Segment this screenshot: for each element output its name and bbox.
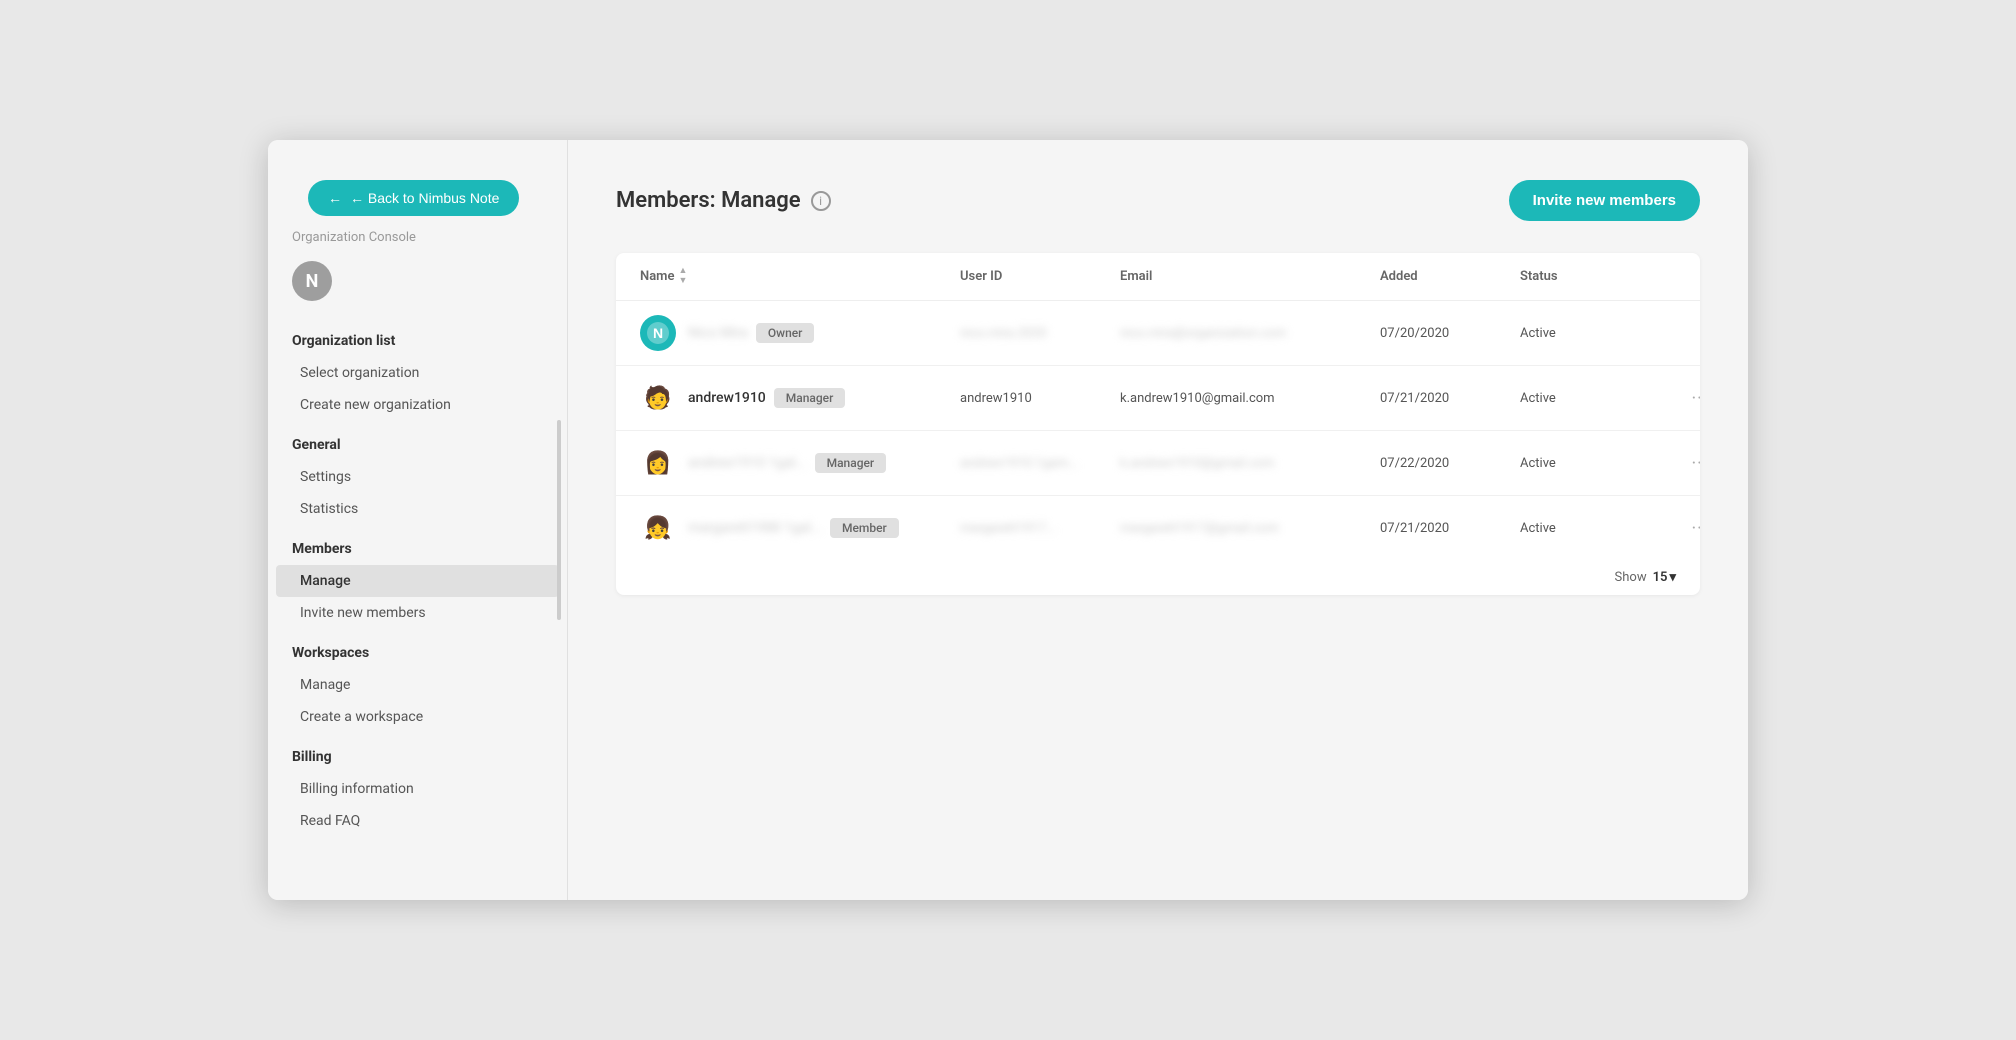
member-email: margarett1917@gmail.com [1120,521,1380,536]
member-name-cell: 👩 andrew1910 1gal... Manager [640,445,960,481]
sidebar-section-org-list: Organization listSelect organizationCrea… [268,325,567,421]
sidebar-section-general: GeneralSettingsStatistics [268,429,567,525]
table-row: N Nico Mira Owner nico.mira.2020nico.mira@… [616,301,1700,366]
table-row: 👩 andrew1910 1gal... Manager andrew1910.1ga… [616,431,1700,496]
sidebar-item-statistics[interactable]: Statistics [276,493,559,525]
col-userid: User ID [960,269,1120,284]
member-avatar: 👧 [640,510,676,546]
sidebar-item-billing-info[interactable]: Billing information [276,773,559,805]
more-menu-button[interactable]: ··· [1680,518,1700,539]
member-status: Active [1520,456,1680,471]
member-status: Active [1520,326,1680,341]
table-header: Name ▲ ▼ User ID Email Added Status 🔍 [616,253,1700,301]
sidebar-item-create-org[interactable]: Create new organization [276,389,559,421]
sidebar-item-read-faq[interactable]: Read FAQ [276,805,559,837]
member-name: Nico Mira [688,325,748,341]
member-userid: andrew1910 [960,391,1120,406]
page-title: Members: Manage [616,188,801,213]
member-name-cell: N Nico Mira Owner [640,315,960,351]
main-content: Members: Manage i Invite new members Nam… [568,140,1748,900]
member-name: andrew1910 1gal... [688,455,807,471]
table-row: 🧑andrew1910Managerandrew1910k.andrew1910… [616,366,1700,431]
member-name-cell: 👧 margarett1988 1gal... Member [640,510,960,546]
member-userid: nico.mira.2020 [960,326,1120,341]
show-bar: Show 15 ▾ [616,560,1700,595]
back-to-nimbus-button[interactable]: ← ← Back to Nimbus Note [308,180,519,216]
members-table: Name ▲ ▼ User ID Email Added Status 🔍 N [616,253,1700,595]
sidebar-section-title-workspaces: Workspaces [268,637,567,669]
member-email: k.andrew1910@gmail.com [1120,456,1380,471]
member-avatar: N [640,315,676,351]
member-avatar: 🧑 [640,380,676,416]
member-status: Active [1520,521,1680,536]
sidebar-item-workspaces-manage[interactable]: Manage [276,669,559,701]
sidebar-item-settings[interactable]: Settings [276,461,559,493]
col-status: Status [1520,269,1680,284]
member-added: 07/22/2020 [1380,456,1520,471]
show-count-dropdown[interactable]: 15 ▾ [1653,570,1676,585]
sidebar-item-create-workspace[interactable]: Create a workspace [276,701,559,733]
sidebar-section-billing: BillingBilling informationRead FAQ [268,741,567,837]
member-avatar: 👩 [640,445,676,481]
member-status: Active [1520,391,1680,406]
more-menu-button[interactable]: ··· [1680,453,1700,474]
member-added: 07/20/2020 [1380,326,1520,341]
member-name-cell: 🧑 andrew1910 Manager [640,380,960,416]
table-row: 👧 margarett1988 1gal... Member margarett191… [616,496,1700,560]
svg-text:N: N [653,325,663,341]
member-added: 07/21/2020 [1380,391,1520,406]
member-added: 07/21/2020 [1380,521,1520,536]
role-badge: Manager [774,388,846,408]
member-email: k.andrew1910@gmail.com [1120,391,1380,406]
more-menu-button[interactable]: ··· [1680,388,1700,409]
sidebar-section-workspaces: WorkspacesManageCreate a workspace [268,637,567,733]
role-badge: Manager [815,453,887,473]
member-userid: margarett1917... [960,521,1120,536]
sidebar-item-members-invite[interactable]: Invite new members [276,597,559,629]
col-email: Email [1120,269,1380,284]
sidebar-section-title-members: Members [268,533,567,565]
show-label: Show [1615,570,1647,585]
sidebar-item-members-manage[interactable]: Manage [276,565,559,597]
page-title-area: Members: Manage i [616,188,831,213]
arrow-left-icon: ← [328,190,342,206]
sidebar-item-select-org[interactable]: Select organization [276,357,559,389]
back-button-label: ← Back to Nimbus Note [350,190,499,206]
sidebar-section-title-org-list: Organization list [268,325,567,357]
member-userid: andrew1910.1gam... [960,456,1120,471]
page-header: Members: Manage i Invite new members [616,180,1700,221]
member-name: margarett1988 1gal... [688,520,822,536]
sort-name-icon[interactable]: ▲ ▼ [678,267,687,286]
org-avatar: N [292,261,332,301]
member-name: andrew1910 [688,390,766,406]
member-email: nico.mira@organization.com [1120,326,1380,341]
info-icon[interactable]: i [811,191,831,211]
org-console-label: Organization Console [268,230,567,245]
col-added: Added [1380,269,1520,284]
sidebar-scrollbar[interactable] [557,420,561,620]
sidebar: Organization Console N Organization list… [268,140,568,900]
invite-new-members-button[interactable]: Invite new members [1509,180,1700,221]
col-name: Name ▲ ▼ [640,267,960,286]
sidebar-section-title-billing: Billing [268,741,567,773]
sidebar-section-title-general: General [268,429,567,461]
role-badge: Member [830,518,899,538]
sidebar-section-members: MembersManageInvite new members [268,533,567,629]
role-badge: Owner [756,323,815,343]
